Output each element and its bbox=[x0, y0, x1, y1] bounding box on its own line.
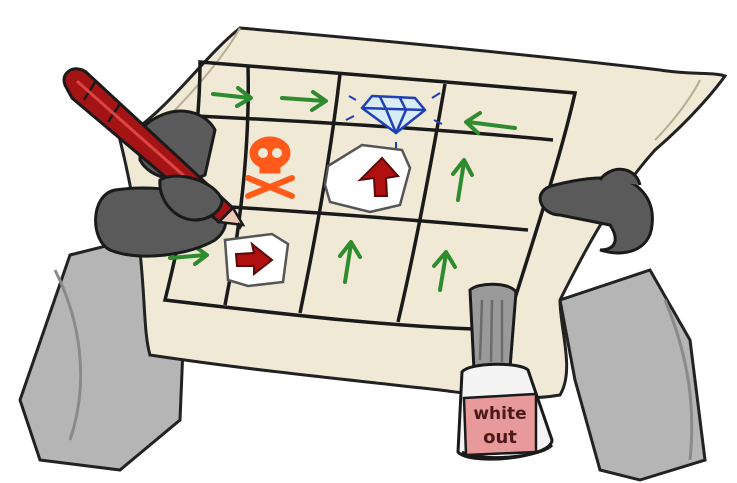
right-robot-arm bbox=[558, 268, 707, 482]
illustration: white out bbox=[18, 26, 728, 482]
bottle-label-line2: out bbox=[483, 427, 517, 448]
whited-out-arrow-right-icon bbox=[223, 232, 290, 288]
bottle-label-line1: white bbox=[473, 404, 526, 424]
